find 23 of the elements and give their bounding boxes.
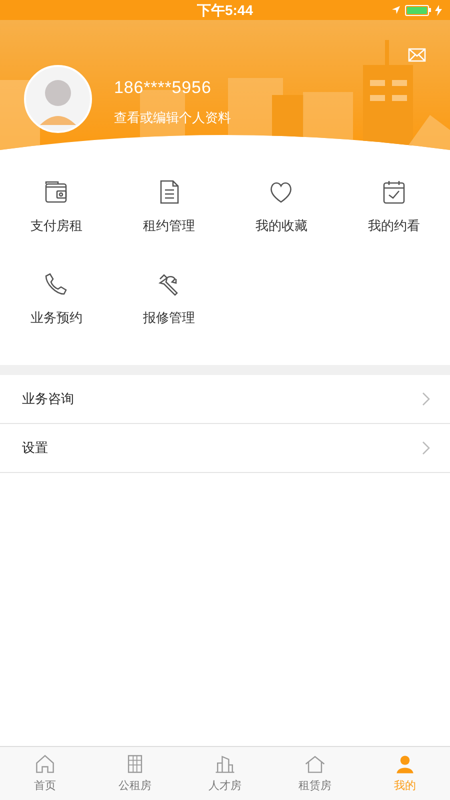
tab[interactable]: 公租房 — [90, 747, 180, 800]
feature-button[interactable]: 业务预约 — [0, 270, 112, 327]
battery-icon — [405, 4, 431, 16]
location-icon — [391, 5, 401, 15]
mail-icon[interactable] — [408, 48, 426, 62]
phone-number: 186****5956 — [114, 76, 212, 98]
feature-button[interactable]: 租约管理 — [112, 178, 225, 236]
tab[interactable]: 人才房 — [180, 747, 270, 800]
feature-button[interactable]: 我的约看 — [338, 178, 450, 236]
status-time: 下午5:44 — [196, 0, 254, 20]
chevron-icon — [422, 392, 430, 406]
menu-label: 业务咨询 — [22, 390, 74, 408]
menu-label: 设置 — [22, 439, 48, 458]
menu-row[interactable]: 业务咨询 — [0, 375, 450, 424]
menu-row[interactable]: 设置 — [0, 424, 450, 473]
avatar[interactable] — [24, 65, 92, 133]
tab[interactable]: 租赁房 — [270, 747, 360, 800]
chevron-icon — [422, 441, 430, 455]
tab[interactable]: 首页 — [0, 747, 90, 800]
feature-button[interactable]: 支付房租 — [0, 178, 112, 236]
charging-icon — [435, 4, 442, 16]
feature-button[interactable]: 报修管理 — [112, 270, 225, 327]
feature-button[interactable]: 我的收藏 — [225, 178, 338, 236]
